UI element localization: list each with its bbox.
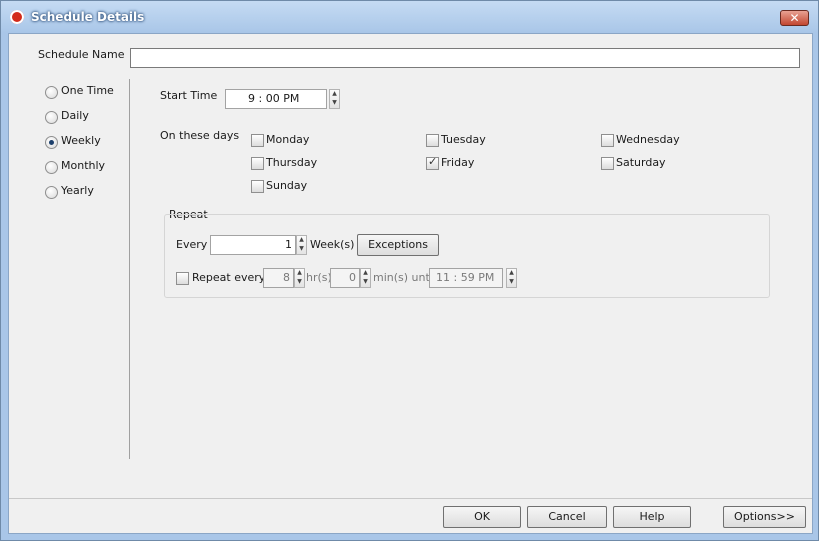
radio-button[interactable] [45, 111, 58, 124]
day-label: Friday [441, 156, 475, 169]
checkbox-checked[interactable]: ✓ [426, 155, 439, 170]
checkmark-icon: ✓ [428, 155, 438, 168]
window-title: Schedule Details [31, 10, 145, 24]
start-time-value: 9 : 00 PM [248, 92, 300, 105]
help-button[interactable]: Help [613, 506, 691, 528]
hours-value: 8 [283, 271, 290, 284]
every-field[interactable]: 1 [210, 235, 296, 255]
checkbox[interactable] [426, 134, 439, 147]
spin-up-icon[interactable]: ▲ [330, 91, 339, 97]
minutes-unit-label: min(s) until [373, 271, 436, 284]
day-label: Sunday [266, 179, 308, 192]
hours-field[interactable]: 8 [263, 268, 294, 288]
every-value: 1 [285, 238, 292, 251]
radio-label: One Time [61, 84, 114, 97]
spin-up-icon[interactable]: ▲ [507, 270, 516, 276]
spin-down-icon[interactable]: ▼ [297, 246, 306, 252]
day-label: Thursday [266, 156, 318, 169]
button-bar-separator [9, 498, 812, 499]
spin-up-icon[interactable]: ▲ [295, 270, 304, 276]
every-label: Every [176, 238, 208, 251]
day-label: Monday [266, 133, 310, 146]
until-time-spinner[interactable]: ▲ ▼ [506, 268, 517, 288]
checkbox[interactable] [601, 134, 614, 147]
hours-spinner[interactable]: ▲ ▼ [294, 268, 305, 288]
ok-button[interactable]: OK [443, 506, 521, 528]
radio-button[interactable] [45, 186, 58, 199]
start-time-field[interactable]: 9 : 00 PM [225, 89, 327, 109]
repeat-every-label: Repeat every [192, 271, 266, 284]
radio-label: Yearly [61, 184, 94, 197]
close-icon: ✕ [789, 11, 800, 25]
until-time-field[interactable]: 11 : 59 PM [429, 268, 503, 288]
close-button[interactable]: ✕ [780, 10, 809, 26]
radio-button[interactable] [45, 86, 58, 99]
vertical-divider [129, 79, 130, 459]
until-time-value: 11 : 59 PM [436, 271, 495, 284]
spin-up-icon[interactable]: ▲ [361, 270, 370, 276]
spin-down-icon[interactable]: ▼ [361, 279, 370, 285]
minutes-value: 0 [349, 271, 356, 284]
minutes-spinner[interactable]: ▲ ▼ [360, 268, 371, 288]
checkbox[interactable] [176, 272, 189, 285]
cancel-button[interactable]: Cancel [527, 506, 607, 528]
radio-label: Weekly [61, 134, 101, 147]
hours-unit-label: hr(s) [306, 271, 332, 284]
title-bar[interactable]: Schedule Details ✕ [1, 1, 818, 33]
radio-label: Daily [61, 109, 89, 122]
schedule-name-input[interactable] [130, 48, 800, 68]
day-label: Wednesday [616, 133, 680, 146]
minutes-field[interactable]: 0 [330, 268, 360, 288]
spin-up-icon[interactable]: ▲ [297, 237, 306, 243]
radio-label: Monthly [61, 159, 106, 172]
week-unit-label: Week(s) [310, 238, 355, 251]
app-logo-icon [10, 10, 24, 24]
radio-button-selected[interactable] [45, 136, 58, 149]
start-time-label: Start Time [160, 89, 218, 102]
days-label: On these days [160, 129, 240, 142]
exceptions-button[interactable]: Exceptions [357, 234, 439, 256]
options-button[interactable]: Options>> [723, 506, 806, 528]
checkbox[interactable] [251, 180, 264, 193]
checkbox[interactable] [251, 134, 264, 147]
schedule-name-label: Schedule Name [38, 48, 125, 61]
dialog-body: Schedule Name One Time Daily Weekly Mont… [8, 33, 813, 534]
spin-down-icon[interactable]: ▼ [330, 100, 339, 106]
checkbox[interactable] [601, 157, 614, 170]
schedule-details-window: Schedule Details ✕ Schedule Name One Tim… [0, 0, 819, 541]
spin-down-icon[interactable]: ▼ [507, 279, 516, 285]
every-spinner[interactable]: ▲ ▼ [296, 235, 307, 255]
day-label: Saturday [616, 156, 666, 169]
radio-button[interactable] [45, 161, 58, 174]
checkbox[interactable] [251, 157, 264, 170]
start-time-spinner[interactable]: ▲ ▼ [329, 89, 340, 109]
day-label: Tuesday [441, 133, 486, 146]
spin-down-icon[interactable]: ▼ [295, 279, 304, 285]
